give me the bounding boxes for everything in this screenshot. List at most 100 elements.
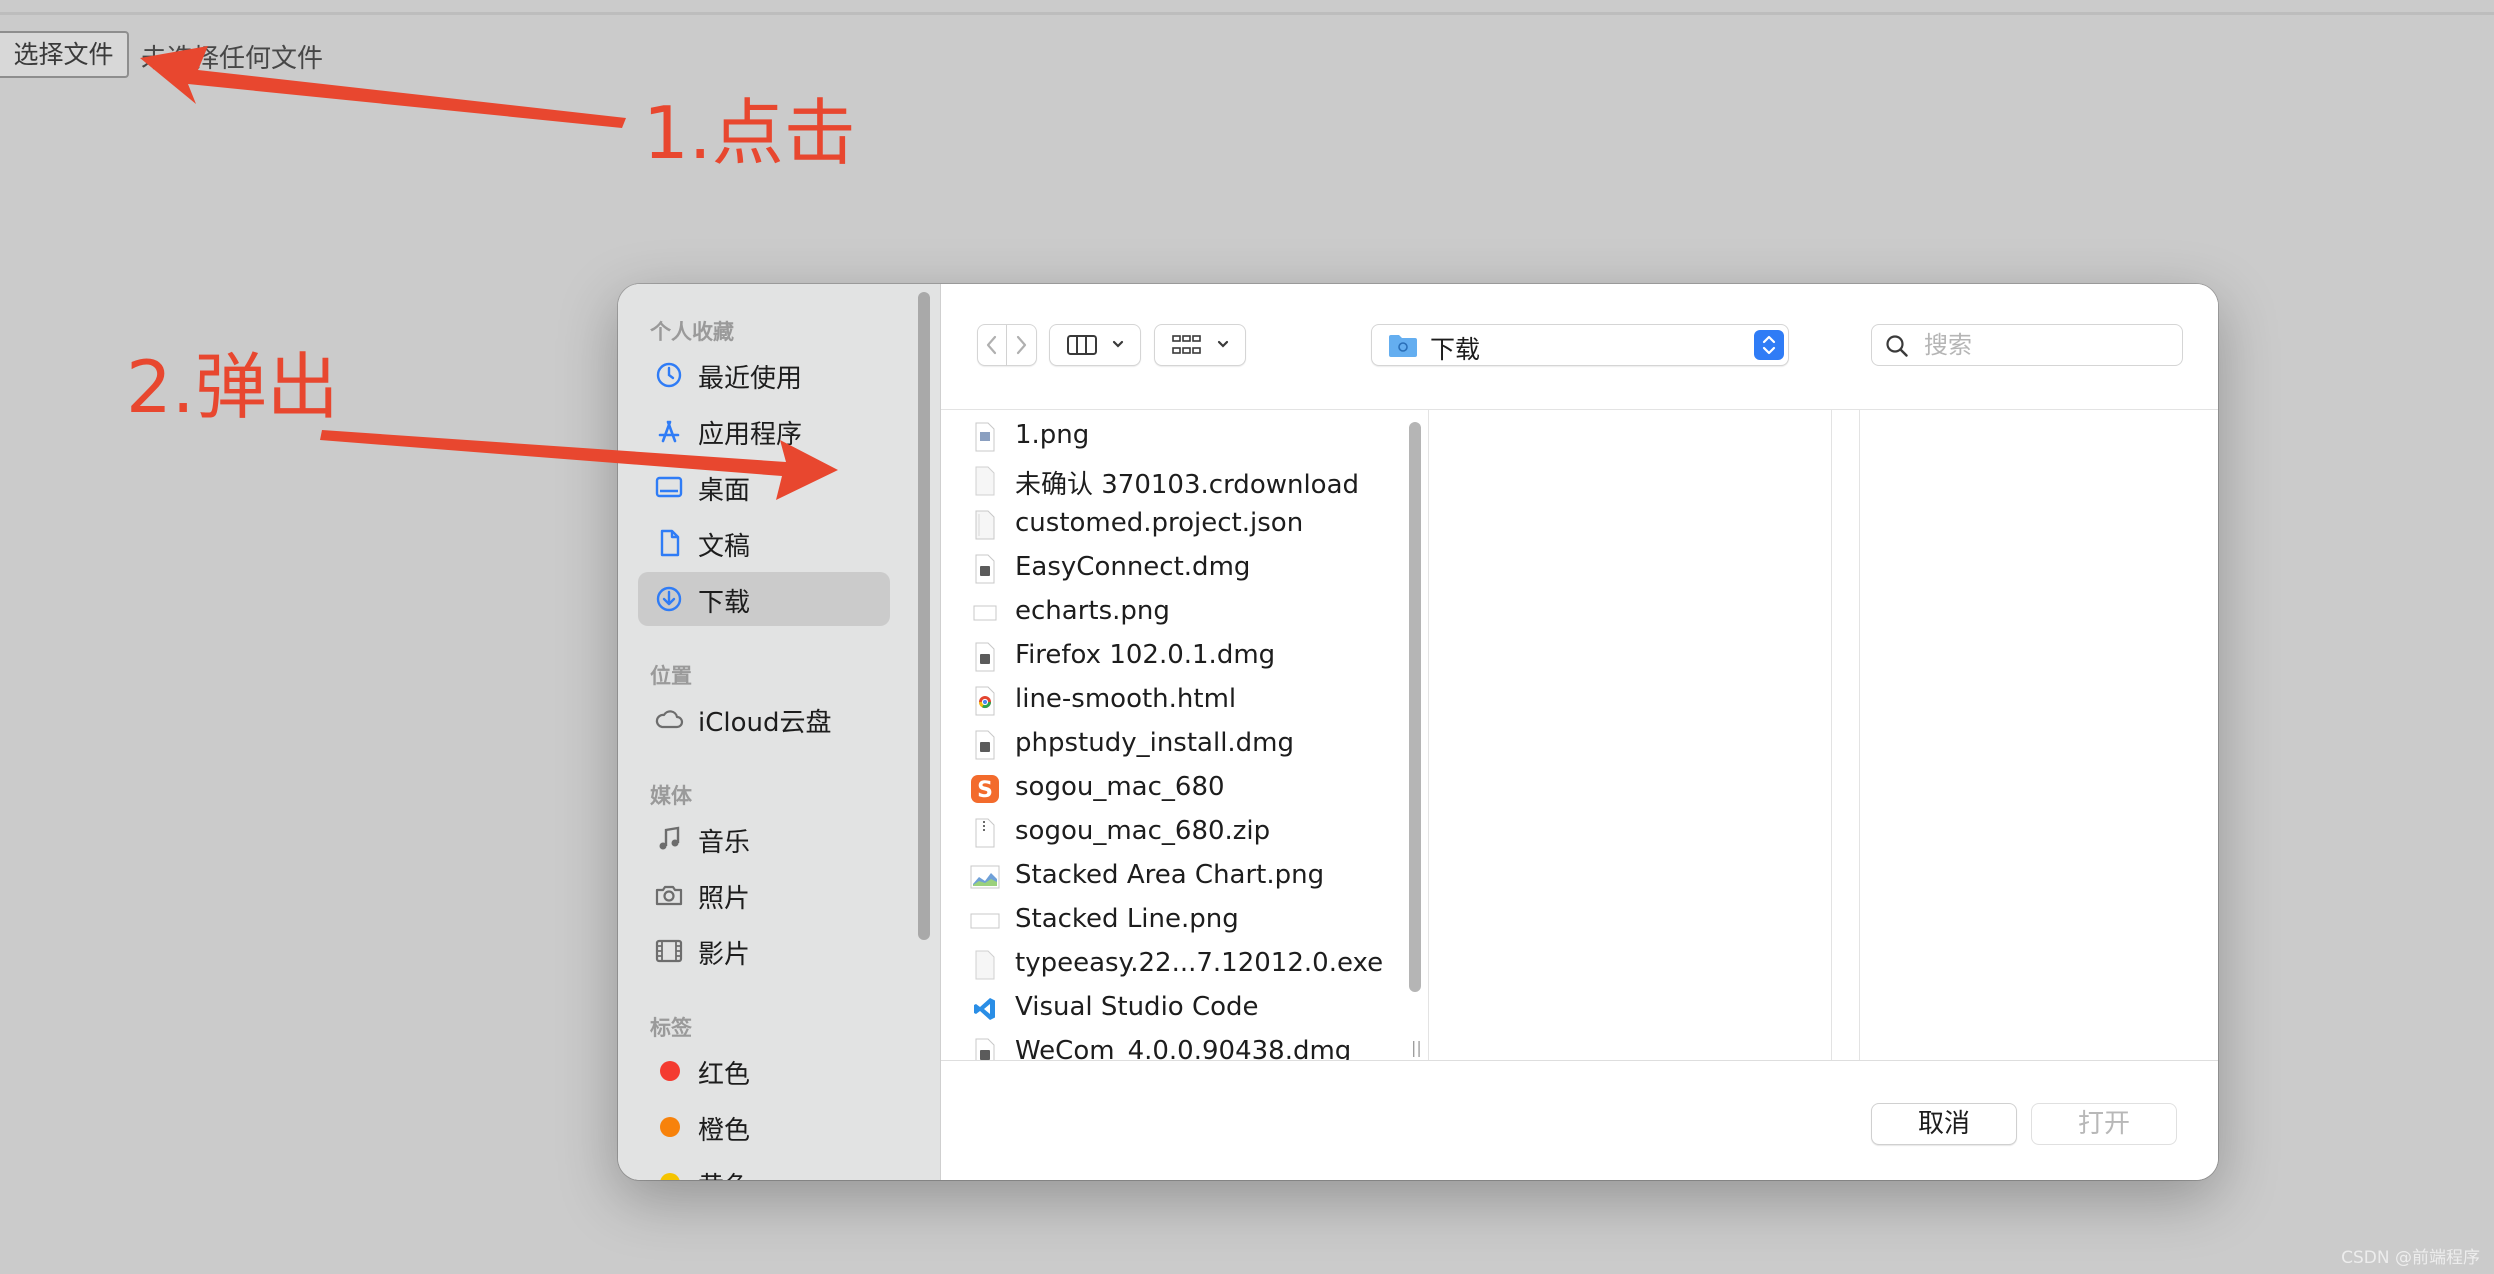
sidebar-item-label: 橙色 — [698, 1116, 751, 1146]
watermark: CSDN @前端程序 — [2341, 1248, 2480, 1268]
dialog-main-pane: 下载 1.png 未确认 370103.crdownload customed.… — [941, 284, 2218, 1180]
column-divider[interactable] — [1428, 410, 1429, 1060]
desktop-icon — [655, 476, 683, 498]
sidebar-item-label: iCloud云盘 — [698, 708, 832, 738]
file-name: customed.project.json — [1015, 508, 1304, 538]
yellow-tag-icon — [660, 1173, 680, 1180]
sidebar-item-label: 音乐 — [698, 828, 751, 858]
file-row[interactable]: sogou_mac_680.zip — [941, 810, 1411, 854]
sidebar-item-movies[interactable]: 影片 — [638, 924, 890, 978]
camera-icon — [655, 885, 683, 906]
file-row[interactable]: Stacked Area Chart.png — [941, 854, 1411, 898]
open-button[interactable]: 打开 — [2031, 1103, 2177, 1145]
chrome-html-icon — [975, 686, 995, 716]
file-row[interactable]: 1.png — [941, 414, 1411, 458]
dialog-toolbar: 下载 — [941, 284, 2218, 410]
downloads-folder-icon — [1389, 335, 1417, 357]
dialog-sidebar: 个人收藏 最近使用 应用程序 桌面 文稿 下载 位置 iCloud云盘 媒体 音… — [618, 284, 941, 1180]
sidebar-item-label: 照片 — [698, 884, 751, 914]
sidebar-item-downloads[interactable]: 下载 — [638, 572, 890, 626]
forward-button[interactable] — [1007, 324, 1037, 366]
chevron-left-icon — [986, 335, 997, 355]
file-row[interactable]: typeeasy.22...7.12012.0.exe — [941, 942, 1411, 986]
blank-file-icon — [975, 950, 995, 980]
vscode-icon — [974, 998, 995, 1020]
sidebar-item-label: 下载 — [698, 588, 751, 618]
sidebar-tag-orange[interactable]: 橙色 — [638, 1100, 890, 1154]
sidebar-item-documents[interactable]: 文稿 — [638, 516, 890, 570]
column-resize-handle[interactable]: || — [1411, 1038, 1422, 1057]
file-name: Stacked Area Chart.png — [1015, 860, 1325, 890]
file-row[interactable]: phpstudy_install.dmg — [941, 722, 1411, 766]
file-name: phpstudy_install.dmg — [1015, 728, 1295, 758]
sidebar-item-icloud[interactable]: iCloud云盘 — [638, 692, 890, 746]
sidebar-item-applications[interactable]: 应用程序 — [638, 404, 890, 458]
group-by-button[interactable] — [1154, 324, 1246, 366]
search-field[interactable] — [1871, 324, 2183, 366]
sidebar-item-desktop[interactable]: 桌面 — [638, 460, 890, 514]
file-row[interactable]: Firefox 102.0.1.dmg — [941, 634, 1411, 678]
column-divider[interactable] — [1859, 410, 1860, 1060]
search-input[interactable] — [1922, 327, 2176, 363]
film-icon — [655, 939, 683, 963]
file-row[interactable]: 未确认 370103.crdownload — [941, 458, 1411, 502]
file-name: WeCom_4.0.0.90438.dmg — [1015, 1036, 1352, 1060]
file-open-dialog: 个人收藏 最近使用 应用程序 桌面 文稿 下载 位置 iCloud云盘 媒体 音… — [618, 284, 2218, 1180]
stepper-icon — [1754, 330, 1784, 360]
sidebar-item-label: 黄色 — [698, 1166, 750, 1180]
orange-tag-icon — [660, 1117, 680, 1137]
sidebar-item-music[interactable]: 音乐 — [638, 812, 890, 866]
image-file-icon — [970, 913, 1000, 929]
sidebar-item-label: 最近使用 — [698, 364, 803, 394]
sidebar-tag-red[interactable]: 红色 — [638, 1044, 890, 1098]
cloud-icon — [655, 710, 684, 729]
column-divider[interactable] — [1831, 410, 1832, 1060]
svg-text:S: S — [977, 778, 993, 803]
sidebar-scrollbar[interactable] — [918, 292, 930, 940]
file-row[interactable]: customed.project.json — [941, 502, 1411, 546]
sogou-app-icon: S — [971, 775, 999, 803]
image-file-icon — [975, 422, 995, 452]
file-row[interactable]: Visual Studio Code — [941, 986, 1411, 1030]
sidebar-item-photos[interactable]: 照片 — [638, 868, 890, 922]
sidebar-item-label: 文稿 — [698, 532, 751, 562]
music-icon — [659, 826, 680, 850]
sidebar-section-media: 媒体 — [650, 784, 692, 808]
search-icon — [1886, 335, 1908, 357]
file-row[interactable]: echarts.png — [941, 590, 1411, 634]
zip-file-icon — [975, 818, 995, 848]
annotation-step-1: 1.点击 — [643, 91, 856, 175]
sidebar-tag-yellow[interactable]: 黄色 — [638, 1156, 890, 1180]
file-name: Visual Studio Code — [1015, 992, 1259, 1022]
file-status-text: 未选择任何文件 — [141, 44, 324, 74]
choose-file-button[interactable]: 选择文件 — [0, 31, 129, 78]
file-list-scrollbar[interactable] — [1409, 422, 1421, 992]
cancel-button[interactable]: 取消 — [1871, 1103, 2017, 1145]
file-row[interactable]: line-smooth.html — [941, 678, 1411, 722]
document-icon — [660, 529, 680, 557]
file-row[interactable]: EasyConnect.dmg — [941, 546, 1411, 590]
grid-icon — [1172, 335, 1229, 354]
sidebar-item-label: 应用程序 — [698, 420, 803, 450]
view-mode-button[interactable] — [1049, 324, 1141, 366]
file-row[interactable]: Stacked Line.png — [941, 898, 1411, 942]
sidebar-item-label: 桌面 — [698, 476, 751, 506]
location-select[interactable]: 下载 — [1371, 324, 1789, 366]
applications-icon — [658, 420, 680, 443]
sidebar-item-recents[interactable]: 最近使用 — [638, 348, 890, 402]
file-name: Stacked Line.png — [1015, 904, 1239, 934]
file-name: 1.png — [1015, 420, 1090, 450]
sidebar-section-locations: 位置 — [650, 664, 692, 688]
column-view-icon — [1067, 335, 1124, 355]
file-name: Firefox 102.0.1.dmg — [1015, 640, 1276, 670]
file-row[interactable]: Ssogou_mac_680 — [941, 766, 1411, 810]
disk-image-icon — [975, 554, 995, 584]
chevron-right-icon — [1016, 335, 1027, 355]
sidebar-item-label: 红色 — [698, 1060, 751, 1090]
disk-image-icon — [975, 730, 995, 760]
image-file-icon — [970, 865, 1000, 889]
sidebar-item-label: 影片 — [698, 940, 751, 970]
back-button[interactable] — [977, 324, 1007, 366]
image-file-icon — [973, 605, 997, 621]
file-row[interactable]: WeCom_4.0.0.90438.dmg — [941, 1030, 1411, 1060]
